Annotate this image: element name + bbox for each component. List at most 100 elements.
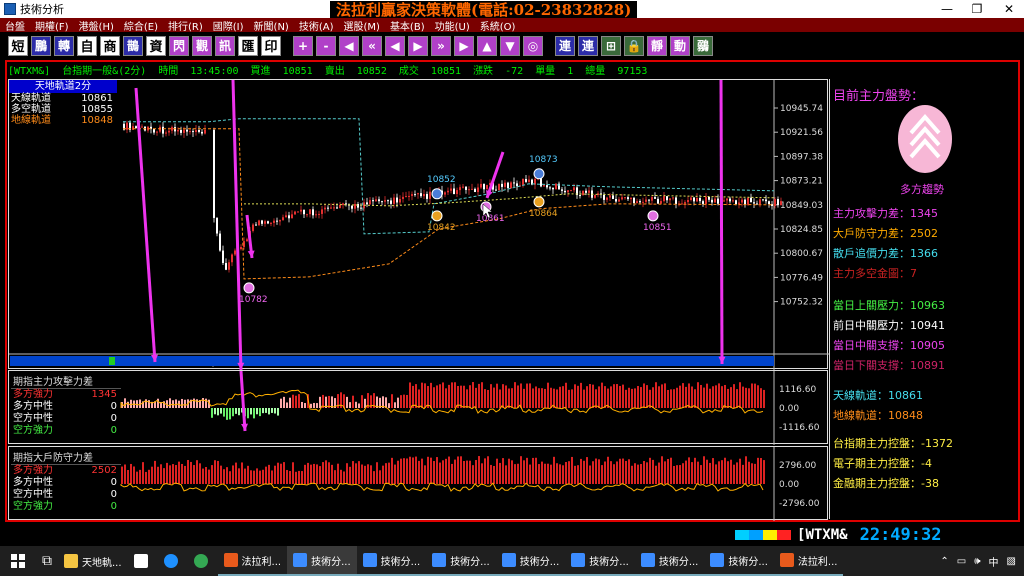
- taskbar-app-1[interactable]: 技術分...: [287, 546, 357, 576]
- histogram-bar: [718, 461, 720, 484]
- menu-item-11[interactable]: 系統(O): [475, 18, 521, 33]
- toolbar-button-9[interactable]: 訊: [215, 35, 235, 56]
- toolbar-button-20[interactable]: ▲: [477, 35, 497, 56]
- candle-body: [336, 207, 338, 209]
- toolbar-button-6[interactable]: 資: [146, 35, 166, 56]
- histogram-bar: [295, 471, 297, 484]
- toolbar-button-2[interactable]: 轉: [54, 35, 74, 56]
- taskbar-pinned-0[interactable]: 天地軌...: [58, 546, 128, 576]
- toolbar-button-8[interactable]: 觀: [192, 35, 212, 56]
- candle-body: [240, 247, 242, 250]
- taskbar-app-8[interactable]: 法拉利...: [773, 546, 844, 576]
- menu-item-10[interactable]: 功能(U): [430, 18, 475, 33]
- tray-chevron-icon[interactable]: ⌃: [940, 556, 948, 567]
- toolbar-button-21[interactable]: ▼: [500, 35, 520, 56]
- taskbar-app-0[interactable]: 法拉利...: [217, 546, 288, 576]
- toolbar-button-16[interactable]: ◀: [385, 35, 405, 56]
- toolbar-button-24[interactable]: 連: [578, 35, 598, 56]
- histogram-bar: [412, 385, 414, 408]
- toolbar-button-22[interactable]: ◎: [523, 35, 543, 56]
- toolbar-button-17[interactable]: ▶: [408, 35, 428, 56]
- toolbar-button-28[interactable]: 動: [670, 35, 690, 56]
- signal-marker[interactable]: [533, 168, 545, 180]
- attack-force-chart[interactable]: 1116.60 0.00 -1116.60: [9, 360, 829, 445]
- signal-marker[interactable]: [431, 188, 443, 200]
- toolbar-button-1[interactable]: 鵬: [31, 35, 51, 56]
- taskbar-app-6[interactable]: 技術分...: [634, 546, 705, 576]
- toolbar-button-13[interactable]: -: [316, 35, 336, 56]
- toolbar-button-4[interactable]: 商: [100, 35, 120, 56]
- taskbar-pinned-1[interactable]: [128, 546, 158, 576]
- toolbar-button-23[interactable]: 連: [555, 35, 575, 56]
- candle-body: [270, 222, 272, 224]
- histogram-bar: [667, 458, 669, 484]
- taskbar-pinned-3[interactable]: [188, 546, 218, 576]
- toolbar-button-10[interactable]: 匯: [238, 35, 258, 56]
- annotation-arrow: [719, 79, 724, 365]
- defense-force-legend: 期指大戶防守力差 多方強力 2502 多方中性 0 空方中性 0 空方強力 0: [11, 449, 121, 513]
- taskbar-pinned-2[interactable]: [158, 546, 188, 576]
- histogram-bar: [505, 385, 507, 408]
- taskbar-app-3[interactable]: 技術分...: [426, 546, 496, 576]
- toolbar-button-5[interactable]: 鵲: [123, 35, 143, 56]
- main-legend-title[interactable]: 天地軌道2分: [9, 80, 117, 93]
- toolbar-button-26[interactable]: 🔒: [624, 35, 644, 56]
- status-color-blue: [749, 530, 763, 540]
- time-scrollbar[interactable]: [10, 356, 774, 366]
- histogram-bar: [394, 402, 396, 408]
- ime-indicator[interactable]: 中: [989, 554, 999, 569]
- input-method-icon[interactable]: ▧: [1007, 556, 1016, 567]
- menu-item-5[interactable]: 國際(I): [208, 18, 249, 33]
- signal-marker[interactable]: [243, 282, 255, 294]
- menu-item-9[interactable]: 基本(B): [385, 18, 430, 33]
- taskbar-app-5[interactable]: 技術分...: [565, 546, 635, 576]
- toolbar-button-14[interactable]: ◀: [339, 35, 359, 56]
- candle-body: [606, 197, 608, 200]
- toolbar-button-0[interactable]: 短: [8, 35, 28, 56]
- windows-start-button[interactable]: [0, 546, 36, 576]
- signal-marker[interactable]: [533, 196, 545, 208]
- histogram-bar: [349, 466, 351, 484]
- candle-body: [411, 194, 413, 196]
- candle-body: [564, 190, 566, 193]
- network-icon[interactable]: ▭: [957, 556, 966, 567]
- histogram-bar: [211, 408, 213, 418]
- toolbar-button-19[interactable]: ▶: [454, 35, 474, 56]
- defense-force-panel[interactable]: 2796.00 0.00 -2796.00 期指大戶防守力差 多方強力 2502 多方…: [8, 446, 829, 521]
- histogram-bar: [673, 389, 675, 408]
- menu-item-7[interactable]: 技術(A): [294, 18, 339, 33]
- toolbar-button-18[interactable]: »: [431, 35, 451, 56]
- menu-item-4[interactable]: 排行(R): [163, 18, 208, 33]
- price-chart[interactable]: 10945.74 10921.56 10897.38 10873.21 10849.03…: [9, 79, 829, 371]
- toolbar-button-15[interactable]: «: [362, 35, 382, 56]
- menu-item-2[interactable]: 港盤(H): [74, 18, 119, 33]
- candle-body: [741, 199, 743, 203]
- volume-icon[interactable]: 🕪: [974, 556, 980, 567]
- attack-force-panel[interactable]: 1116.60 0.00 -1116.60 期指主力攻擊力差 多方強力 1345 多方…: [8, 360, 829, 445]
- scrollbar-thumb[interactable]: [109, 357, 115, 365]
- taskbar-app-2[interactable]: 技術分...: [356, 546, 427, 576]
- price-chart-panel[interactable]: 10945.74 10921.56 10897.38 10873.21 10849.03…: [8, 79, 829, 371]
- toolbar-button-27[interactable]: 靜: [647, 35, 667, 56]
- menu-item-1[interactable]: 期權(F): [30, 18, 74, 33]
- toolbar-button-7[interactable]: 閃: [169, 35, 189, 56]
- minimize-button[interactable]: —: [932, 0, 962, 18]
- taskbar-app-7[interactable]: 技術分...: [704, 546, 774, 576]
- restore-button[interactable]: ❐: [962, 0, 992, 18]
- defense-force-chart[interactable]: 2796.00 0.00 -2796.00: [9, 447, 829, 521]
- taskbar-app-4[interactable]: 技術分...: [495, 546, 566, 576]
- task-view-button[interactable]: ⧉: [36, 546, 58, 576]
- menu-item-3[interactable]: 綜合(E): [119, 18, 163, 33]
- close-button[interactable]: ✕: [994, 0, 1024, 18]
- menu-item-0[interactable]: 台盤: [0, 18, 30, 33]
- toolbar-button-11[interactable]: 印: [261, 35, 281, 56]
- histogram-bar: [301, 471, 303, 484]
- toolbar-button-29[interactable]: 鶸: [693, 35, 713, 56]
- toolbar-button-25[interactable]: ⊞: [601, 35, 621, 56]
- signal-marker[interactable]: [647, 210, 659, 222]
- signal-marker[interactable]: [431, 210, 443, 222]
- menu-item-8[interactable]: 選股(M): [339, 18, 385, 33]
- toolbar-button-12[interactable]: +: [293, 35, 313, 56]
- toolbar-button-3[interactable]: 自: [77, 35, 97, 56]
- menu-item-6[interactable]: 新聞(N): [249, 18, 294, 33]
